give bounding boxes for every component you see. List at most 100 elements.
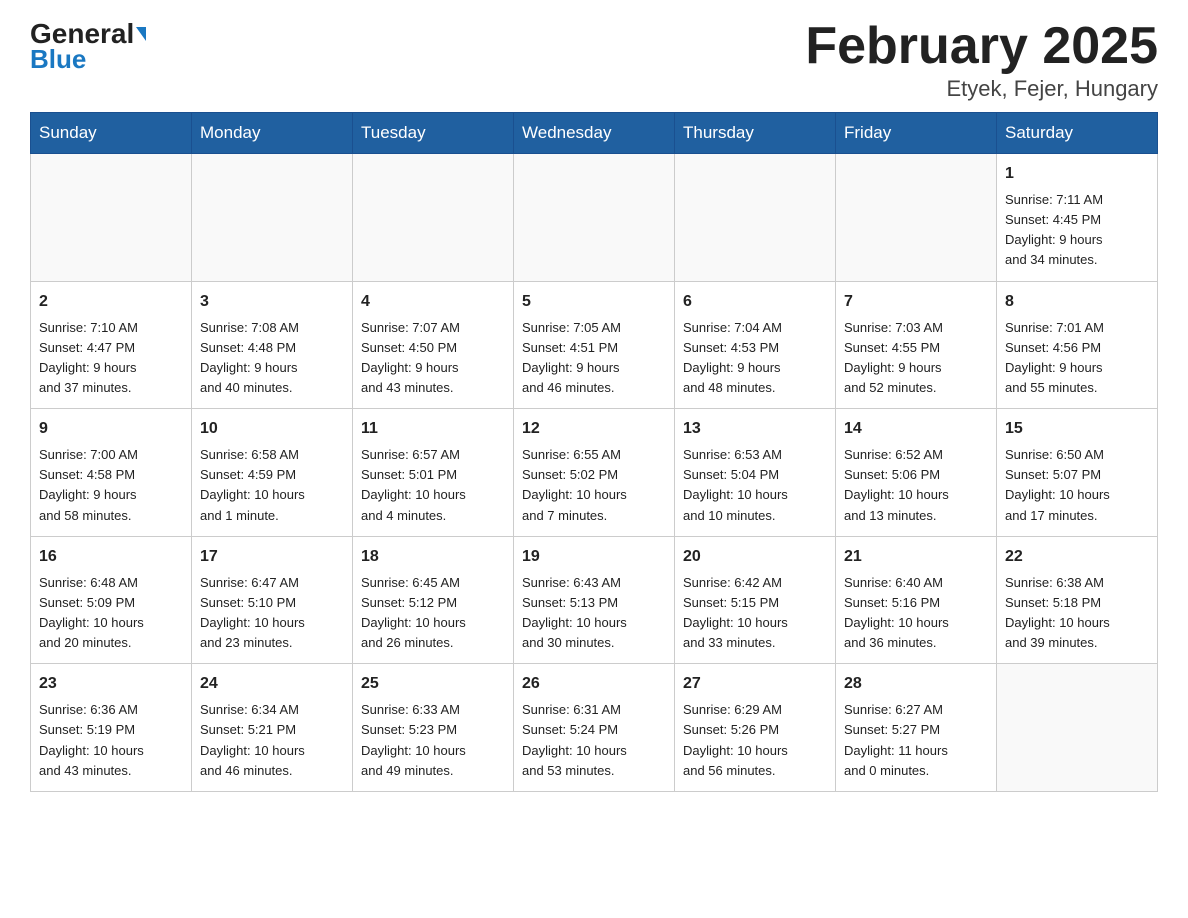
- day-number: 2: [39, 290, 183, 314]
- day-info: Sunrise: 6:55 AMSunset: 5:02 PMDaylight:…: [522, 445, 666, 526]
- page-header: General Blue February 2025 Etyek, Fejer,…: [30, 20, 1158, 102]
- weekday-header-row: SundayMondayTuesdayWednesdayThursdayFrid…: [31, 113, 1158, 154]
- calendar-cell: 22 Sunrise: 6:38 AMSunset: 5:18 PMDayligh…: [997, 536, 1158, 664]
- calendar-cell: 15 Sunrise: 6:50 AMSunset: 5:07 PMDayligh…: [997, 409, 1158, 537]
- day-info: Sunrise: 7:11 AMSunset: 4:45 PMDaylight:…: [1005, 190, 1149, 271]
- weekday-header-monday: Monday: [192, 113, 353, 154]
- day-number: 9: [39, 417, 183, 441]
- logo-blue-text: Blue: [30, 44, 86, 75]
- calendar-cell: 3 Sunrise: 7:08 AMSunset: 4:48 PMDaylight…: [192, 281, 353, 409]
- day-info: Sunrise: 7:01 AMSunset: 4:56 PMDaylight:…: [1005, 318, 1149, 399]
- calendar-cell: 14 Sunrise: 6:52 AMSunset: 5:06 PMDayligh…: [836, 409, 997, 537]
- calendar-cell: 18Sunrise: 6:45 AMSunset: 5:12 PMDayligh…: [353, 536, 514, 664]
- calendar-cell: 9 Sunrise: 7:00 AMSunset: 4:58 PMDaylight…: [31, 409, 192, 537]
- day-number: 11: [361, 417, 505, 441]
- day-number: 8: [1005, 290, 1149, 314]
- day-info: Sunrise: 6:50 AMSunset: 5:07 PMDaylight:…: [1005, 445, 1149, 526]
- calendar-cell: [675, 154, 836, 282]
- day-number: 1: [1005, 162, 1149, 186]
- day-info: Sunrise: 6:38 AMSunset: 5:18 PMDaylight:…: [1005, 573, 1149, 654]
- day-info: Sunrise: 6:33 AMSunset: 5:23 PMDaylight:…: [361, 700, 505, 781]
- weekday-header-sunday: Sunday: [31, 113, 192, 154]
- month-title: February 2025: [805, 20, 1158, 72]
- day-number: 14: [844, 417, 988, 441]
- day-number: 15: [1005, 417, 1149, 441]
- calendar-cell: 17 Sunrise: 6:47 AMSunset: 5:10 PMDayligh…: [192, 536, 353, 664]
- calendar-cell: 20 Sunrise: 6:42 AMSunset: 5:15 PMDayligh…: [675, 536, 836, 664]
- day-number: 28: [844, 672, 988, 696]
- day-info: Sunrise: 6:27 AMSunset: 5:27 PMDaylight:…: [844, 700, 988, 781]
- week-row-2: 9 Sunrise: 7:00 AMSunset: 4:58 PMDaylight…: [31, 409, 1158, 537]
- calendar-cell: 11 Sunrise: 6:57 AMSunset: 5:01 PMDayligh…: [353, 409, 514, 537]
- calendar-cell: 12 Sunrise: 6:55 AMSunset: 5:02 PMDayligh…: [514, 409, 675, 537]
- day-number: 10: [200, 417, 344, 441]
- day-info: Sunrise: 6:42 AMSunset: 5:15 PMDaylight:…: [683, 573, 827, 654]
- day-info: Sunrise: 7:04 AMSunset: 4:53 PMDaylight:…: [683, 318, 827, 399]
- day-info: Sunrise: 6:40 AMSunset: 5:16 PMDaylight:…: [844, 573, 988, 654]
- day-number: 4: [361, 290, 505, 314]
- day-info: Sunrise: 6:47 AMSunset: 5:10 PMDaylight:…: [200, 573, 344, 654]
- day-number: 17: [200, 545, 344, 569]
- day-info: Sunrise: 6:43 AMSunset: 5:13 PMDaylight:…: [522, 573, 666, 654]
- day-info: Sunrise: 7:05 AMSunset: 4:51 PMDaylight:…: [522, 318, 666, 399]
- calendar-cell: [836, 154, 997, 282]
- day-info: Sunrise: 6:34 AMSunset: 5:21 PMDaylight:…: [200, 700, 344, 781]
- calendar-cell: 28 Sunrise: 6:27 AMSunset: 5:27 PMDayligh…: [836, 664, 997, 792]
- calendar-cell: 26Sunrise: 6:31 AMSunset: 5:24 PMDayligh…: [514, 664, 675, 792]
- day-info: Sunrise: 6:48 AMSunset: 5:09 PMDaylight:…: [39, 573, 183, 654]
- calendar-cell: 13Sunrise: 6:53 AMSunset: 5:04 PMDayligh…: [675, 409, 836, 537]
- calendar-cell: 6 Sunrise: 7:04 AMSunset: 4:53 PMDaylight…: [675, 281, 836, 409]
- day-info: Sunrise: 7:08 AMSunset: 4:48 PMDaylight:…: [200, 318, 344, 399]
- title-area: February 2025 Etyek, Fejer, Hungary: [805, 20, 1158, 102]
- calendar-cell: 23 Sunrise: 6:36 AMSunset: 5:19 PMDayligh…: [31, 664, 192, 792]
- weekday-header-friday: Friday: [836, 113, 997, 154]
- day-number: 12: [522, 417, 666, 441]
- day-number: 23: [39, 672, 183, 696]
- calendar-cell: [192, 154, 353, 282]
- calendar-cell: 4 Sunrise: 7:07 AMSunset: 4:50 PMDaylight…: [353, 281, 514, 409]
- calendar-cell: 16 Sunrise: 6:48 AMSunset: 5:09 PMDayligh…: [31, 536, 192, 664]
- calendar-cell: 21 Sunrise: 6:40 AMSunset: 5:16 PMDayligh…: [836, 536, 997, 664]
- day-number: 5: [522, 290, 666, 314]
- day-info: Sunrise: 6:45 AMSunset: 5:12 PMDaylight:…: [361, 573, 505, 654]
- calendar-cell: 10 Sunrise: 6:58 AMSunset: 4:59 PMDayligh…: [192, 409, 353, 537]
- logo-area: General Blue: [30, 20, 146, 75]
- day-info: Sunrise: 7:03 AMSunset: 4:55 PMDaylight:…: [844, 318, 988, 399]
- day-number: 13: [683, 417, 827, 441]
- day-number: 20: [683, 545, 827, 569]
- calendar-table: SundayMondayTuesdayWednesdayThursdayFrid…: [30, 112, 1158, 792]
- day-info: Sunrise: 6:36 AMSunset: 5:19 PMDaylight:…: [39, 700, 183, 781]
- day-info: Sunrise: 7:07 AMSunset: 4:50 PMDaylight:…: [361, 318, 505, 399]
- day-number: 24: [200, 672, 344, 696]
- calendar-cell: 27Sunrise: 6:29 AMSunset: 5:26 PMDayligh…: [675, 664, 836, 792]
- day-number: 22: [1005, 545, 1149, 569]
- weekday-header-wednesday: Wednesday: [514, 113, 675, 154]
- location-title: Etyek, Fejer, Hungary: [805, 76, 1158, 102]
- weekday-header-saturday: Saturday: [997, 113, 1158, 154]
- calendar-cell: 1 Sunrise: 7:11 AMSunset: 4:45 PMDaylight…: [997, 154, 1158, 282]
- week-row-1: 2 Sunrise: 7:10 AMSunset: 4:47 PMDaylight…: [31, 281, 1158, 409]
- week-row-3: 16 Sunrise: 6:48 AMSunset: 5:09 PMDayligh…: [31, 536, 1158, 664]
- calendar-cell: 7 Sunrise: 7:03 AMSunset: 4:55 PMDaylight…: [836, 281, 997, 409]
- day-info: Sunrise: 6:52 AMSunset: 5:06 PMDaylight:…: [844, 445, 988, 526]
- calendar-cell: 24 Sunrise: 6:34 AMSunset: 5:21 PMDayligh…: [192, 664, 353, 792]
- calendar-cell: [997, 664, 1158, 792]
- calendar-cell: [353, 154, 514, 282]
- day-info: Sunrise: 7:10 AMSunset: 4:47 PMDaylight:…: [39, 318, 183, 399]
- week-row-0: 1 Sunrise: 7:11 AMSunset: 4:45 PMDaylight…: [31, 154, 1158, 282]
- day-info: Sunrise: 6:58 AMSunset: 4:59 PMDaylight:…: [200, 445, 344, 526]
- day-number: 3: [200, 290, 344, 314]
- day-number: 27: [683, 672, 827, 696]
- day-number: 16: [39, 545, 183, 569]
- calendar-cell: 2 Sunrise: 7:10 AMSunset: 4:47 PMDaylight…: [31, 281, 192, 409]
- day-number: 6: [683, 290, 827, 314]
- day-info: Sunrise: 7:00 AMSunset: 4:58 PMDaylight:…: [39, 445, 183, 526]
- day-number: 7: [844, 290, 988, 314]
- weekday-header-thursday: Thursday: [675, 113, 836, 154]
- week-row-4: 23 Sunrise: 6:36 AMSunset: 5:19 PMDayligh…: [31, 664, 1158, 792]
- calendar-cell: 5 Sunrise: 7:05 AMSunset: 4:51 PMDaylight…: [514, 281, 675, 409]
- day-info: Sunrise: 6:57 AMSunset: 5:01 PMDaylight:…: [361, 445, 505, 526]
- calendar-cell: [31, 154, 192, 282]
- logo-triangle-icon: [136, 27, 146, 41]
- day-number: 21: [844, 545, 988, 569]
